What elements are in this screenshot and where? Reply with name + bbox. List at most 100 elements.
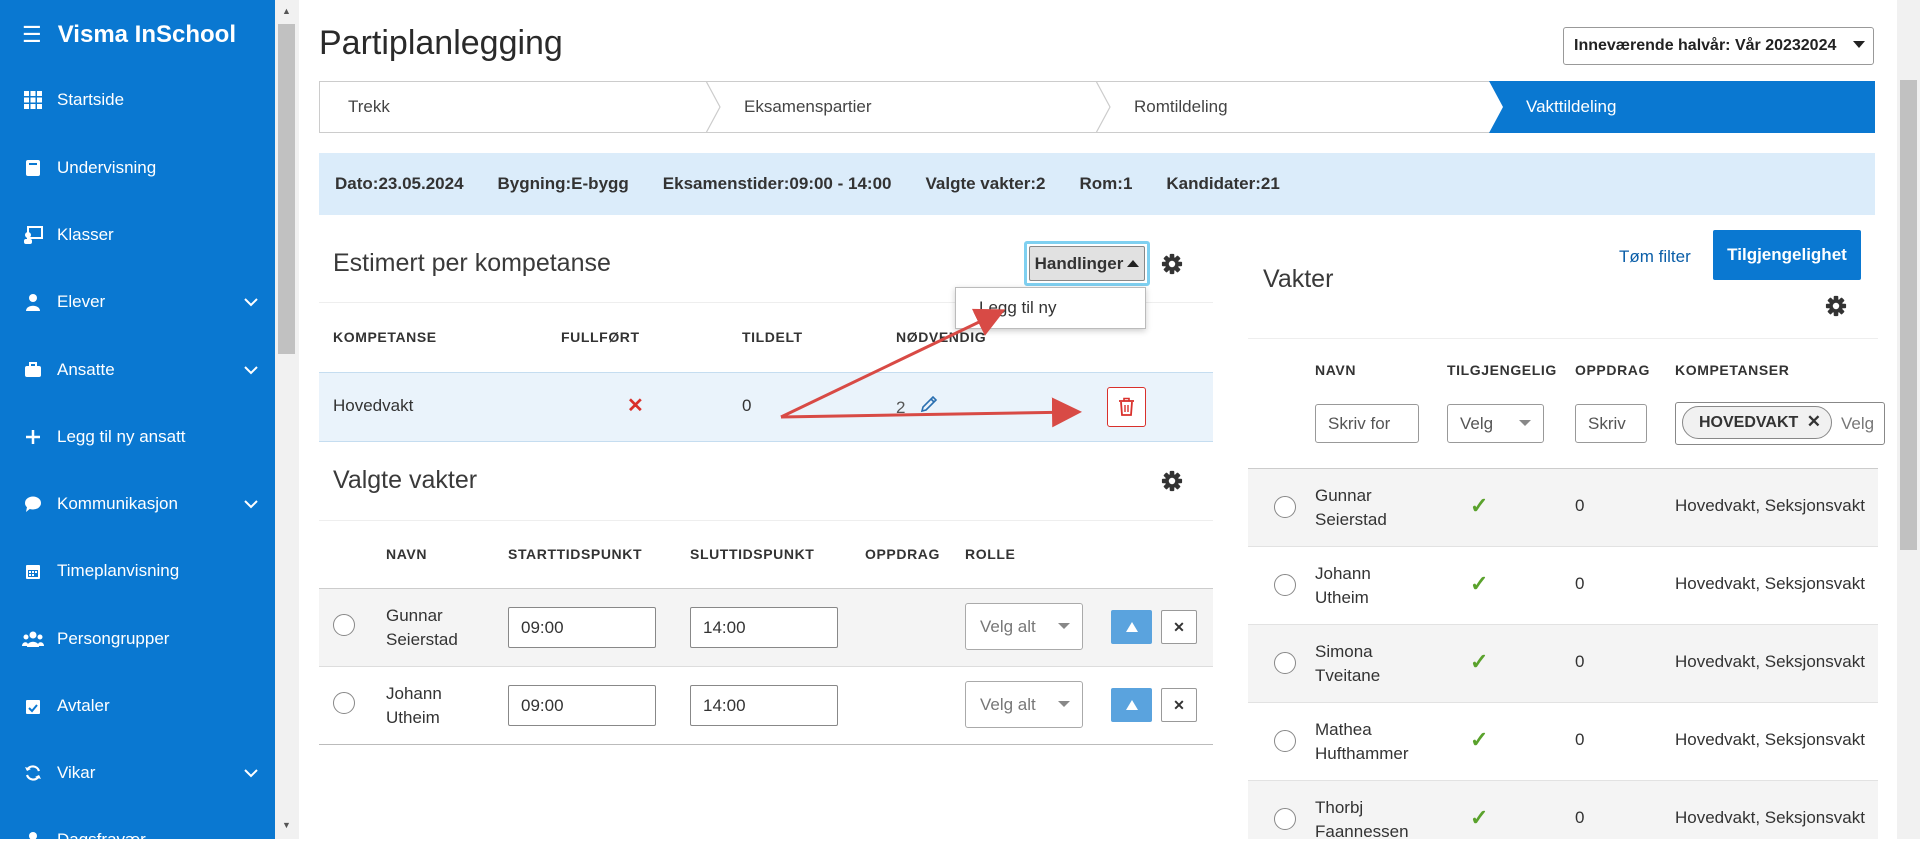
move-up-button[interactable] [1111, 610, 1152, 644]
step-eksamenspartier[interactable]: Eksamenspartier [720, 82, 1110, 132]
selected-guards-settings-gear-icon[interactable] [1161, 470, 1183, 492]
col-header-nodvendig: NØDVENDIG [896, 329, 987, 345]
info-building: Bygning:E-bygg [497, 174, 629, 193]
caret-down-icon [1058, 623, 1070, 629]
app-title: Visma InSchool [57, 21, 237, 48]
page-title: Partiplanlegging [319, 24, 563, 62]
start-time-input[interactable]: 09:00 [508, 607, 656, 648]
available-filter-select[interactable]: Velg [1447, 404, 1544, 443]
scrollbar-thumb[interactable] [278, 24, 295, 354]
chip-label: HOVEDVAKT [1699, 413, 1799, 431]
chevron-down-icon[interactable] [243, 765, 259, 786]
table-row[interactable]: Mathea Hufthammer ✓ 0 Hovedvakt, Seksjons… [1248, 703, 1878, 781]
divider [1248, 338, 1878, 339]
chip-remove-icon[interactable]: ✕ [1807, 412, 1821, 432]
step-romtildeling[interactable]: Romtildeling [1110, 82, 1500, 132]
sidebar-item-ansatte[interactable]: Ansatte [0, 350, 275, 390]
sidebar-item-label: Undervisning [57, 158, 157, 177]
end-time-input[interactable]: 14:00 [690, 685, 838, 726]
sidebar-item-timeplanvisning[interactable]: Timeplanvisning [0, 551, 275, 591]
row-checkbox[interactable] [1274, 808, 1296, 830]
col-header-navn: NAVN [1315, 362, 1357, 378]
competence-list: Hovedvakt, Seksjonsvakt [1675, 652, 1865, 671]
table-row[interactable]: Simona Tveitane ✓ 0 Hovedvakt, Seksjonsva… [1248, 625, 1878, 703]
sidebar-item-klasser[interactable]: Klasser [0, 215, 275, 255]
chevron-down-icon[interactable] [243, 496, 259, 517]
available-check-icon: ✓ [1470, 727, 1489, 752]
table-row[interactable]: Gunnar Seierstad ✓ 0 Hovedvakt, Seksjonsv… [1248, 469, 1878, 547]
competence-list: Hovedvakt, Seksjonsvakt [1675, 730, 1865, 749]
triangle-up-icon [1125, 622, 1138, 632]
sidebar-scrollbar[interactable]: ▲ ▼ [275, 0, 299, 839]
col-header-tildelt: TILDELT [742, 329, 803, 345]
sidebar-item-undervisning[interactable]: Undervisning [0, 148, 275, 188]
scrollbar-thumb[interactable] [1900, 80, 1917, 550]
table-row[interactable]: Thorbj Faannessen ✓ 0 Hovedvakt, Seksjons… [1248, 781, 1878, 839]
page-scrollbar[interactable] [1897, 0, 1920, 839]
chevron-down-icon[interactable] [243, 294, 259, 315]
name-filter-input[interactable]: Skriv for [1315, 404, 1419, 443]
start-time-input[interactable]: 09:00 [508, 685, 656, 726]
step-label: Trekk [348, 97, 390, 116]
assignment-count: 0 [1575, 496, 1585, 515]
selected-guards-section-title: Valgte vakter [333, 466, 478, 494]
guard-first-name: Simona [1315, 642, 1373, 661]
col-header-rolle: ROLLE [965, 546, 1016, 562]
step-trekk[interactable]: Trekk [320, 82, 710, 132]
row-checkbox[interactable] [333, 614, 355, 636]
group-icon [22, 628, 44, 650]
assignment-filter-input[interactable]: Skriv [1575, 404, 1647, 443]
info-rooms: Rom:1 [1079, 174, 1133, 193]
row-checkbox[interactable] [333, 692, 355, 714]
guard-name: Simona Tveitane [1315, 640, 1380, 688]
wizard-steps: Trekk Eksamenspartier Romtildeling Vaktt… [319, 81, 1875, 133]
main-content: Partiplanlegging Inneværende halvår: Vår… [299, 0, 1897, 839]
sidebar-item-kommunikasjon[interactable]: Kommunikasjon [0, 484, 275, 524]
row-checkbox[interactable] [1274, 652, 1296, 674]
scroll-up-arrow-icon[interactable]: ▲ [282, 6, 291, 16]
chevron-down-icon[interactable] [243, 362, 259, 383]
competence-settings-gear-icon[interactable] [1161, 253, 1183, 275]
guard-last-name: Seierstad [386, 630, 458, 649]
sidebar-item-vikar[interactable]: Vikar [0, 753, 275, 793]
table-row[interactable] [319, 372, 1213, 442]
move-up-button[interactable] [1111, 688, 1152, 722]
sidebar-item-elever[interactable]: Elever [0, 282, 275, 322]
sidebar-item-persongrupper[interactable]: Persongrupper [0, 619, 275, 659]
delete-button[interactable] [1107, 387, 1146, 427]
guard-last-name: Tveitane [1315, 666, 1381, 685]
step-vakttildeling[interactable]: Vakttildeling [1512, 82, 1872, 132]
sidebar-item-startside[interactable]: Startside [0, 80, 275, 120]
competence-filter-chip[interactable]: HOVEDVAKT ✕ [1682, 406, 1832, 439]
table-row[interactable]: Johann Utheim ✓ 0 Hovedvakt, Seksjonsvakt [1248, 547, 1878, 625]
sidebar-item-label: Vikar [57, 763, 96, 782]
sidebar-item-legg-til-ny-ansatt[interactable]: Legg til ny ansatt [0, 417, 275, 457]
row-checkbox[interactable] [1274, 730, 1296, 752]
clear-filter-link[interactable]: Tøm filter [1619, 247, 1691, 267]
scroll-down-arrow-icon[interactable]: ▼ [282, 820, 291, 830]
sidebar-item-label: Klasser [57, 225, 114, 244]
edit-pencil-icon[interactable] [919, 394, 939, 414]
guard-last-name: Utheim [386, 708, 440, 727]
actions-button[interactable]: Handlinger [1024, 241, 1150, 286]
availability-button[interactable]: Tilgjengelighet [1713, 230, 1861, 280]
available-filter-placeholder: Velg [1460, 413, 1494, 433]
guard-first-name: Mathea [1315, 720, 1372, 739]
role-select[interactable]: Velg alt [965, 603, 1083, 650]
end-time-input[interactable]: 14:00 [690, 607, 838, 648]
assignment-count: 0 [1575, 730, 1585, 749]
guards-settings-gear-icon[interactable] [1825, 295, 1847, 317]
hamburger-menu-icon[interactable]: ☰ [22, 24, 42, 46]
step-label: Vakttildeling [1526, 97, 1617, 116]
remove-guard-button[interactable]: ✕ [1161, 688, 1197, 722]
competence-list: Hovedvakt, Seksjonsvakt [1675, 574, 1865, 593]
period-select[interactable]: Inneværende halvår: Vår 20232024 [1563, 27, 1874, 65]
row-checkbox[interactable] [1274, 496, 1296, 518]
sidebar-item-avtaler[interactable]: Avtaler [0, 686, 275, 726]
menu-item-legg-til-ny[interactable]: Legg til ny [979, 298, 1057, 318]
row-checkbox[interactable] [1274, 574, 1296, 596]
sidebar-item-dagsfravaer[interactable]: Dagsfravær [0, 820, 275, 860]
role-select[interactable]: Velg alt [965, 681, 1083, 728]
remove-guard-button[interactable]: ✕ [1161, 610, 1197, 644]
info-candidates: Kandidater:21 [1166, 174, 1280, 193]
